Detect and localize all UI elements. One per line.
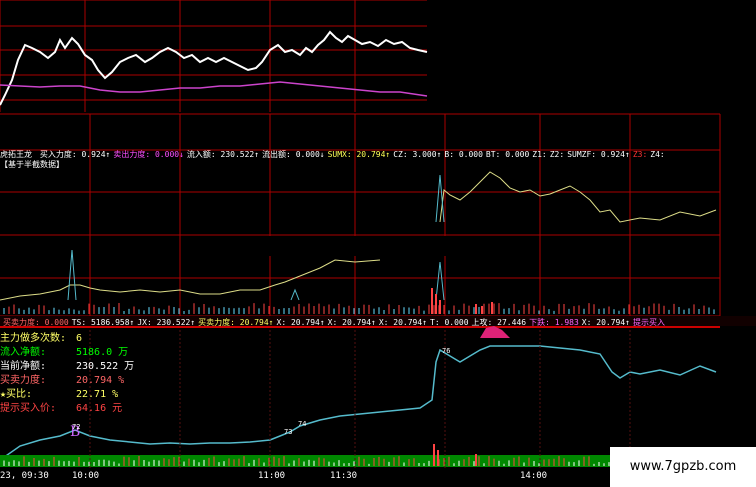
panel2-header-item: 流入额: 230.522↑	[186, 150, 260, 159]
panel3-header-item: X: 20.794↑	[378, 318, 428, 327]
marker-73: 73	[284, 428, 293, 436]
info-value: 230.522 万	[76, 361, 135, 372]
average-price-line	[0, 81, 428, 97]
info-row: 当前净额: 230.522 万	[0, 360, 134, 374]
info-label: 主力做多次数:	[0, 333, 67, 344]
price-line	[0, 30, 428, 106]
marker-74: 74	[298, 420, 307, 428]
info-row: ★买比: 22.71 %	[0, 388, 118, 402]
panel2-gap	[230, 236, 522, 256]
panel2-header-item: 流出额: 0.000↓	[262, 150, 325, 159]
panel3-header: 买卖力度: 0.000 TS: 5186.958↑ JX: 230.522↑ 买卖力度…	[0, 318, 665, 328]
strength-line	[0, 259, 381, 301]
time-axis-label: 23, 09:30	[0, 471, 49, 481]
time-axis-label: 11:00	[258, 471, 286, 481]
panel3-header-item: JX: 230.522↑	[137, 318, 196, 327]
panel3-header-item: 买卖力度: 20.794↑	[198, 318, 274, 327]
marker-76: 76	[442, 347, 451, 355]
panel3-header-item: TS: 5186.958↑	[71, 318, 135, 327]
panel2-header-item: BT: 0.000	[485, 150, 530, 159]
panel3-header-item: X: 20.794↑	[581, 318, 630, 327]
info-value: 22.71 %	[76, 389, 119, 400]
panel3-header-item: X: 20.794↑	[276, 318, 325, 327]
panel2-header-item: 卖出力度: 0.000↓	[113, 150, 184, 159]
time-axis-label: 14:00	[520, 471, 548, 481]
info-row: 流入净额: 5186.0 万	[0, 346, 128, 360]
panel2-header-item: Z2:	[549, 150, 565, 159]
info-label: 流入净额:	[0, 347, 47, 358]
panel2-header-item: SUMX: 20.794↑	[327, 150, 391, 159]
panel2-header-item: 买入力度: 0.924↑	[39, 150, 111, 159]
panel2-subtitle: 【基于半截数据】	[0, 160, 64, 169]
strength-line-2	[439, 171, 717, 223]
panel3-header-item: X: 20.794↑	[327, 318, 376, 327]
watermark: www.7gpzb.com	[610, 447, 756, 487]
marker-72: 72	[72, 423, 81, 431]
panel3-header-item: T: 0.000	[430, 318, 469, 327]
panel2-header-item: B: 0.000	[444, 150, 483, 159]
panel2-header-item: Z4:	[650, 150, 665, 159]
info-row: 买卖力度: 20.794 %	[0, 374, 124, 388]
signal-spike	[290, 288, 300, 301]
info-row: 提示买入价: 64.16 元	[0, 402, 122, 416]
panel3-header-item: 提示买入	[632, 318, 665, 327]
panel2-title: 虎拓王龙	[0, 150, 32, 159]
time-axis-label: 11:30	[330, 471, 358, 481]
panel3-header-item: 买卖力度: 0.000	[3, 318, 69, 327]
info-value: 64.16 元	[76, 403, 123, 414]
panel3-header-item: 上攻: 27.446	[471, 318, 527, 327]
panel2-header-item: Z1:	[532, 150, 547, 159]
panel2-header: 虎拓王龙 买入力度: 0.924↑ 卖出力度: 0.000↓ 流入额: 230.52…	[0, 150, 665, 160]
info-label: 提示买入价:	[0, 403, 57, 414]
panel3-header-item: 下跌: 1.983	[529, 318, 579, 327]
info-label: ★买比:	[0, 389, 33, 400]
info-row: 主力做多次数: 6	[0, 332, 82, 346]
time-axis-label: 10:00	[72, 471, 100, 481]
info-value: 20.794 %	[76, 375, 125, 386]
panel2-header-item: SUMZF: 0.924↑	[567, 150, 630, 159]
info-label: 买卖力度:	[0, 375, 47, 386]
info-box: 主力做多次数: 6 流入净额: 5186.0 万当前净额: 230.522 万买卖力度:…	[0, 332, 160, 422]
signal-spike	[435, 261, 445, 301]
info-value: 6	[76, 333, 83, 344]
info-value: 5186.0 万	[76, 347, 129, 358]
signal-spike	[67, 249, 77, 301]
panel2-header-item: Z3:	[632, 150, 648, 159]
panel2-header-item: CZ: 3.000↑	[393, 150, 442, 159]
info-label: 当前净额:	[0, 361, 47, 372]
